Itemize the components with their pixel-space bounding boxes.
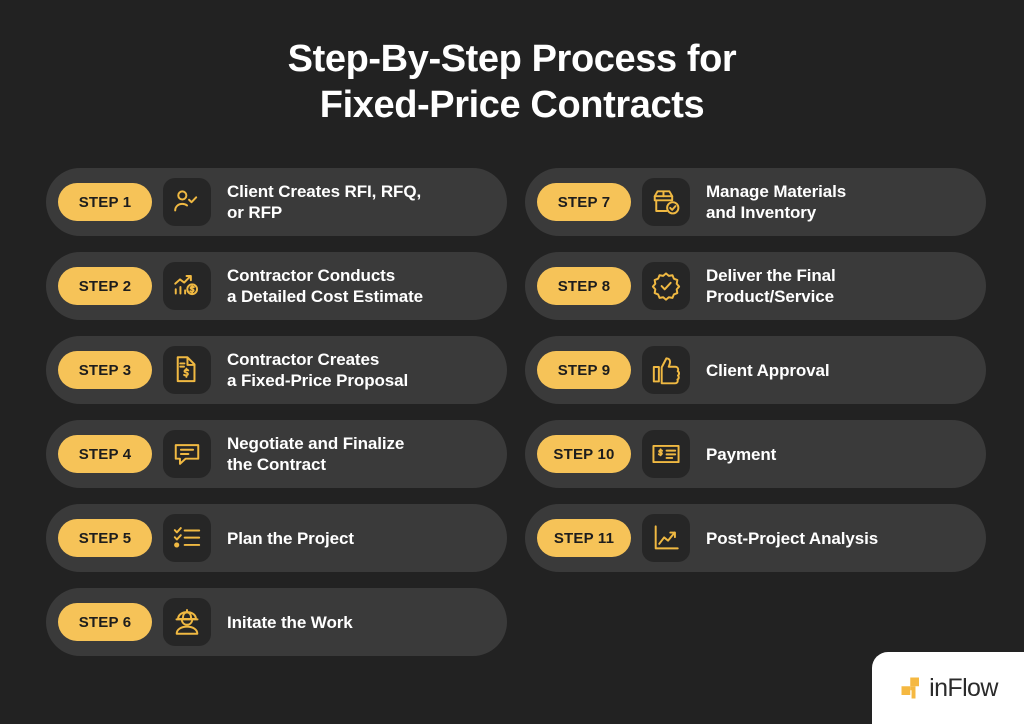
line-chart-icon (654, 525, 679, 550)
step-badge: STEP 10 (537, 435, 631, 473)
step-badge: STEP 1 (58, 183, 152, 221)
chat-bubble-icon (174, 444, 200, 465)
step-card[interactable]: STEP 7 Manage Materials and Inventory (525, 168, 986, 236)
step-icon-tile (163, 178, 211, 226)
steps-column-right: STEP 7 Manage Materials and Inventory STEP … (525, 168, 986, 656)
step-label: Manage Materials and Inventory (706, 182, 847, 222)
step-label: Initate the Work (227, 612, 353, 632)
step-label: Post-Project Analysis (706, 528, 879, 548)
step-icon-tile (163, 346, 211, 394)
step-label: Client Creates RFI, RFQ, or RFP (227, 182, 422, 222)
step-badge: STEP 5 (58, 519, 152, 557)
step-icon-tile (642, 178, 690, 226)
step-icon-tile (163, 262, 211, 310)
step-badge: STEP 11 (537, 519, 631, 557)
step-label: Plan the Project (227, 528, 354, 548)
step-icon-tile (642, 346, 690, 394)
inflow-logo-mark (901, 677, 920, 699)
step-card[interactable]: STEP 10 Payment (525, 420, 986, 488)
step-label: Client Approval (706, 360, 830, 380)
infographic-root: Step-By-Step Process for Fixed-Price Con… (0, 0, 1024, 724)
step-icon-tile (642, 262, 690, 310)
brand-logo: inFlow (872, 652, 1024, 724)
badge-check-icon (651, 272, 681, 301)
thumbs-up-icon (652, 357, 681, 385)
step-card[interactable]: STEP 6 Initate the Work (46, 588, 507, 656)
step-card[interactable]: STEP 4 Negotiate and Finalize the Contract (46, 420, 507, 488)
cost-estimate-chart-icon (174, 274, 199, 296)
step-icon-tile (163, 598, 211, 646)
step-label: Payment (706, 444, 777, 464)
step-badge: STEP 4 (58, 435, 152, 473)
step-card[interactable]: STEP 5 Plan the Project (46, 504, 507, 572)
checklist-icon (173, 527, 201, 548)
step-label: Contractor Creates a Fixed-Price Proposal (227, 350, 409, 390)
step-badge: STEP 2 (58, 267, 152, 305)
step-badge: STEP 9 (537, 351, 631, 389)
box-check-icon (653, 190, 680, 215)
step-label: Contractor Conducts a Detailed Cost Estim… (227, 266, 423, 306)
step-label: Deliver the Final Product/Service (706, 266, 836, 306)
step-icon-tile (642, 514, 690, 562)
document-dollar-icon (176, 356, 196, 383)
step-icon-tile (163, 514, 211, 562)
title-line-2: Fixed-Price Contracts (319, 84, 705, 126)
steps-columns: STEP 1 Client Creates RFI, RFQ, or RFP STEP… (46, 168, 986, 656)
step-icon-tile (642, 430, 690, 478)
step-label: Negotiate and Finalize the Contract (227, 434, 405, 474)
invoice-dollar-icon (652, 444, 680, 464)
step-card[interactable]: STEP 1 Client Creates RFI, RFQ, or RFP (46, 168, 507, 236)
step-card[interactable]: STEP 8 Deliver the Final Product/Service (525, 252, 986, 320)
step-card[interactable]: STEP 11 Post-Project Analysis (525, 504, 986, 572)
step-badge: STEP 3 (58, 351, 152, 389)
step-badge: STEP 8 (537, 267, 631, 305)
title-line-1: Step-By-Step Process for (287, 38, 737, 80)
step-card[interactable]: STEP 2 Contractor Conducts a Detailed Cost… (46, 252, 507, 320)
step-card[interactable]: STEP 3 Contractor Creates a Fixed-Price Pr… (46, 336, 507, 404)
step-badge: STEP 6 (58, 603, 152, 641)
user-check-icon (174, 190, 198, 212)
step-badge: STEP 7 (537, 183, 631, 221)
step-icon-tile (163, 430, 211, 478)
steps-column-left: STEP 1 Client Creates RFI, RFQ, or RFP STEP… (46, 168, 507, 656)
step-card[interactable]: STEP 9 Client Approval (525, 336, 986, 404)
logo-text: inFlow (929, 673, 998, 702)
page-title: Step-By-Step Process for Fixed-Price Con… (0, 36, 1024, 128)
worker-hardhat-icon (175, 609, 199, 635)
